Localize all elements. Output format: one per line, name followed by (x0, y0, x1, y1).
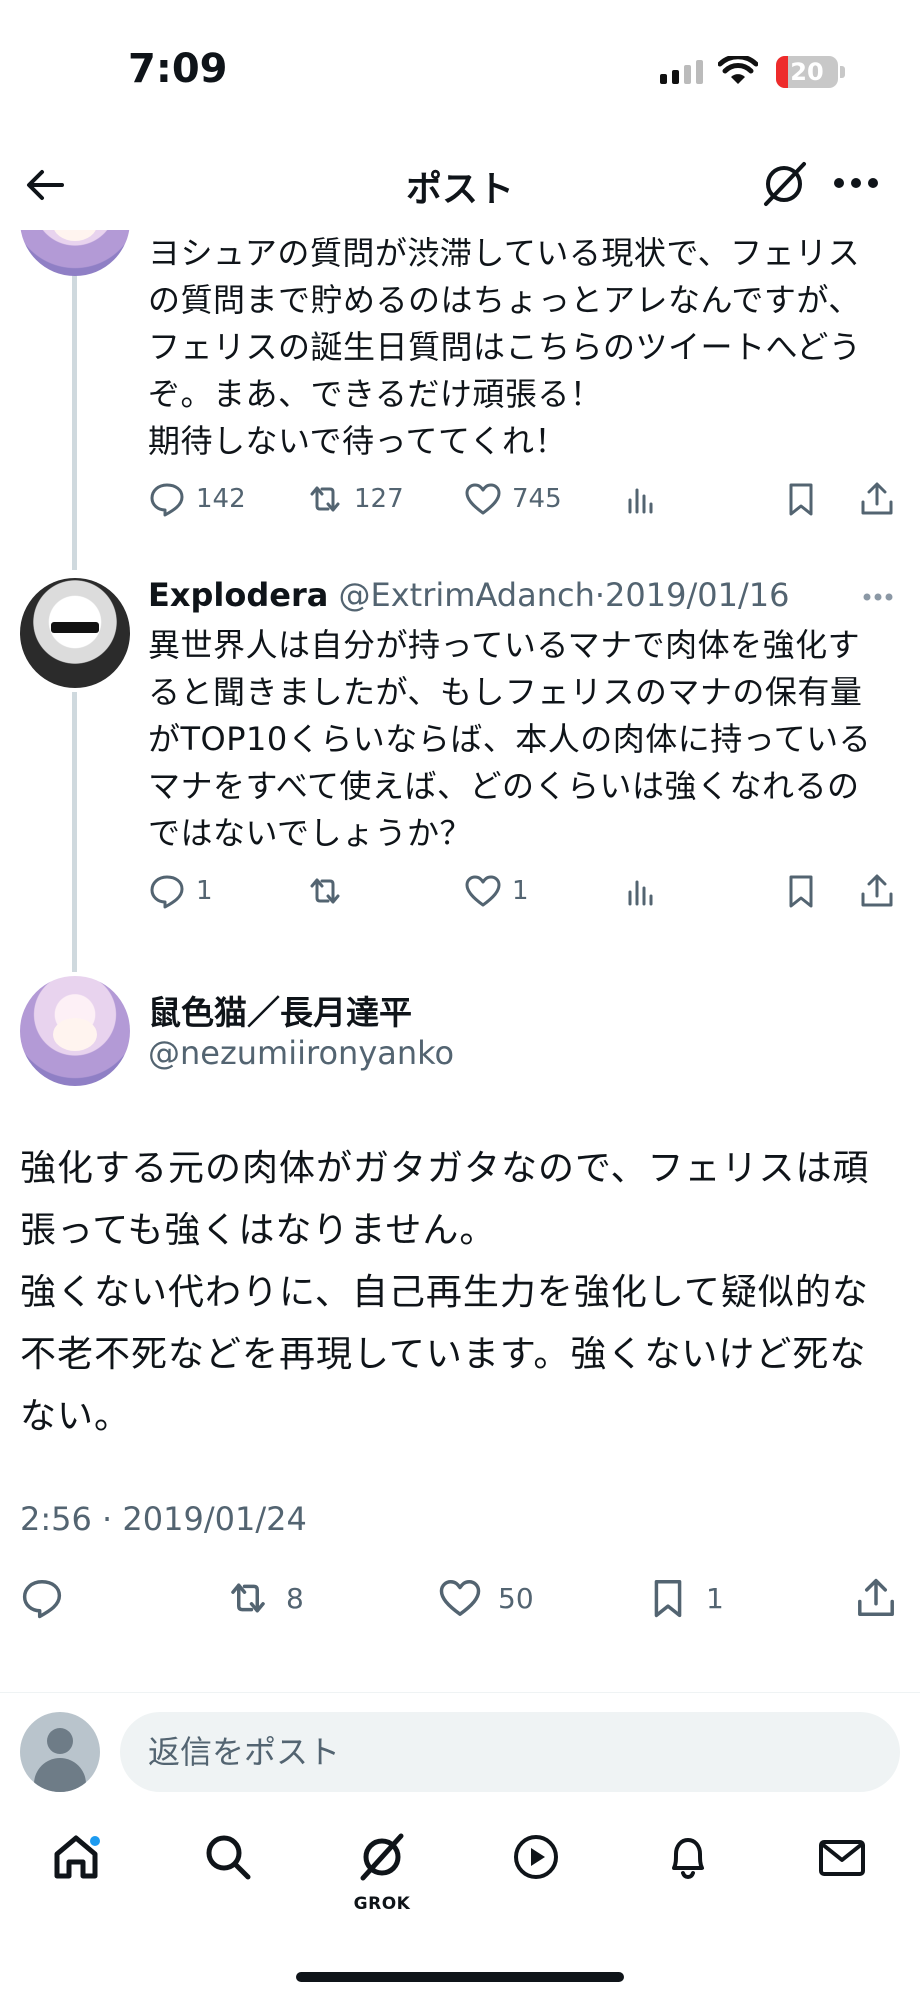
post-action-bar: 142 127 745 (148, 480, 898, 526)
post-header: Explodera @ExtrimAdanch·2019/01/16 (148, 576, 790, 614)
status-bar: 7:09 20 (0, 0, 920, 140)
share-button[interactable] (854, 1576, 898, 1620)
like-button[interactable]: 1 (464, 872, 529, 910)
post-text: ヨシュアの質問が渋滞している現状で、フェリスの質問まで貯めるのはちょっとアレなん… (148, 234, 862, 460)
share-button[interactable] (858, 872, 896, 910)
bookmark-button[interactable]: 1 (646, 1576, 724, 1620)
repost-count: 8 (286, 1581, 304, 1615)
cellular-signal-icon (660, 60, 703, 84)
share-icon (861, 874, 893, 907)
repost-button[interactable] (306, 872, 354, 910)
bookmark-button[interactable] (782, 872, 820, 910)
battery-icon: 20 (776, 56, 838, 88)
bookmark-count: 1 (706, 1581, 724, 1615)
share-icon (861, 482, 893, 515)
share-button[interactable] (858, 480, 896, 518)
reply-icon (150, 483, 184, 517)
battery-level: 20 (790, 58, 824, 86)
user-handle[interactable]: @nezumiironyanko (148, 1034, 454, 1072)
share-icon (858, 1578, 894, 1616)
post-timestamp: 2:56 · 2019/01/24 (20, 1500, 307, 1538)
heart-icon (465, 483, 501, 515)
post-action-bar: 1 1 (148, 872, 898, 918)
like-button[interactable]: 50 (438, 1576, 534, 1620)
display-name[interactable]: Explodera (148, 576, 328, 614)
views-button[interactable] (622, 872, 660, 910)
grok-tab-label: GROK (353, 1894, 411, 1914)
user-handle[interactable]: @ExtrimAdanch (339, 576, 595, 614)
repost-icon (310, 878, 340, 904)
bookmark-icon (789, 483, 813, 516)
avatar[interactable] (20, 578, 130, 688)
reply-button[interactable]: 1 (148, 872, 213, 910)
status-time: 7:09 (128, 46, 228, 92)
heart-icon (465, 875, 501, 907)
post-text: 異世界人は自分が持っているマナで肉体を強化すると聞きましたが、もしフェリスのマナ… (148, 626, 872, 852)
bell-icon (672, 1838, 704, 1880)
home-indicator (296, 1972, 624, 1982)
repost-icon (231, 1583, 265, 1613)
reply-count: 1 (196, 876, 213, 906)
thread-connector-line (72, 692, 77, 972)
reply-icon (22, 1580, 62, 1619)
tab-messages[interactable] (812, 1830, 872, 1900)
views-icon (628, 880, 653, 906)
post-action-bar: 8 50 1 (0, 1576, 920, 1626)
repost-icon (310, 486, 340, 512)
like-count: 50 (498, 1581, 534, 1615)
post-date: 2019/01/16 (605, 576, 790, 614)
like-button[interactable]: 745 (464, 480, 562, 518)
mail-icon (819, 1840, 865, 1876)
repost-button[interactable]: 127 (306, 480, 404, 518)
divider (0, 1692, 920, 1693)
more-options-icon[interactable] (832, 176, 880, 190)
play-icon (514, 1835, 558, 1879)
post-text: 強化する元の肉体がガタガタなので、フェリスは頑張っても強くはなりません。 強くな… (20, 1148, 870, 1437)
display-name[interactable]: 鼠色猫／長月達平 (148, 986, 412, 1034)
tab-search[interactable] (198, 1830, 258, 1900)
current-user-avatar[interactable] (20, 1712, 100, 1792)
home-notification-dot (88, 1834, 102, 1848)
tab-grok[interactable] (352, 1830, 412, 1900)
bookmark-button[interactable] (782, 480, 820, 518)
bookmark-icon (654, 1580, 682, 1618)
like-count: 745 (512, 484, 562, 514)
views-button[interactable] (622, 480, 660, 518)
top-nav-bar: ポスト (0, 140, 920, 230)
grok-icon[interactable] (756, 156, 812, 212)
wifi-icon (718, 56, 758, 84)
reply-input[interactable]: 返信をポスト (120, 1712, 900, 1792)
heart-icon (439, 1580, 481, 1616)
bottom-tab-bar (0, 1820, 920, 1930)
bookmark-icon (789, 875, 813, 908)
avatar[interactable] (20, 976, 130, 1086)
tab-notifications[interactable] (658, 1830, 718, 1900)
views-icon (628, 488, 653, 514)
repost-count: 127 (354, 484, 404, 514)
thread-connector-line (72, 230, 77, 570)
tab-video[interactable] (506, 1830, 566, 1900)
post-more-icon[interactable] (862, 592, 894, 602)
like-count: 1 (512, 876, 529, 906)
reply-count: 142 (196, 484, 246, 514)
repost-button[interactable]: 8 (226, 1576, 304, 1620)
reply-icon (150, 875, 184, 909)
reply-button[interactable]: 142 (148, 480, 246, 518)
search-icon (206, 1835, 251, 1880)
reply-button[interactable] (20, 1576, 64, 1620)
grok-icon (360, 1833, 404, 1881)
